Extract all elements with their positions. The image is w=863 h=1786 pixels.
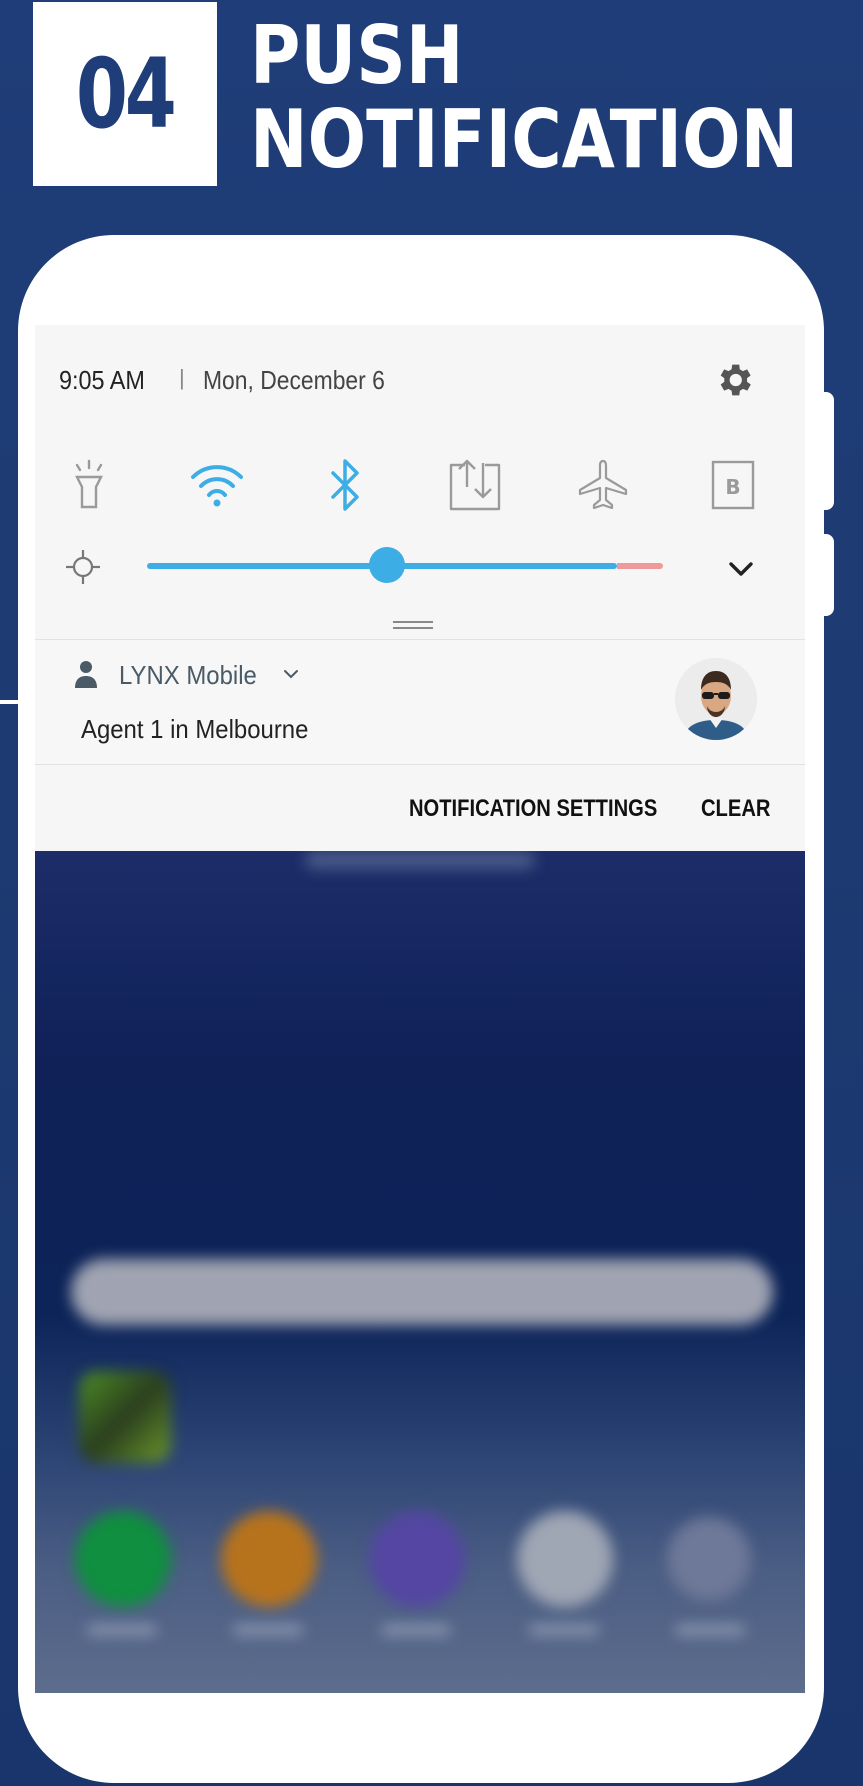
bluetooth-icon (331, 459, 359, 511)
wifi-icon (191, 465, 243, 507)
avatar-portrait (675, 658, 757, 740)
wifi-toggle[interactable] (187, 455, 247, 515)
brightness-warning-zone (617, 563, 663, 569)
panel-drag-handle[interactable] (393, 621, 433, 629)
brightness-slider-thumb[interactable] (368, 547, 405, 583)
blurred-app-label (233, 1625, 303, 1635)
bluetooth-toggle[interactable] (315, 455, 375, 515)
data-sync-toggle[interactable] (445, 455, 505, 515)
flashlight-toggle[interactable] (59, 455, 119, 515)
blue-light-filter-icon: B (711, 460, 755, 510)
blurred-app-label (529, 1625, 599, 1635)
airplane-mode-toggle[interactable] (573, 455, 633, 515)
status-time: 9:05 AM (59, 365, 145, 395)
blurred-app-icon (369, 1511, 465, 1607)
chevron-down-icon[interactable] (281, 664, 301, 684)
page-title: PUSH NOTIFICATION (250, 14, 798, 182)
notification-actions-bar: NOTIFICATION SETTINGS CLEAR (35, 765, 805, 851)
title-line-2: NOTIFICATION (250, 93, 799, 186)
notification-card[interactable]: LYNX Mobile Agent 1 in Melbourne (35, 639, 805, 765)
data-sync-icon (449, 459, 501, 511)
title-line-1: PUSH (250, 9, 464, 102)
notification-app-name: LYNX Mobile (119, 660, 257, 690)
blurred-search-bar (71, 1259, 773, 1325)
person-icon (75, 661, 97, 688)
brightness-icon (66, 550, 100, 584)
airplane-mode-icon (578, 459, 628, 510)
blurred-app-label (381, 1625, 451, 1635)
flashlight-icon (75, 459, 103, 509)
clear-button[interactable]: CLEAR (701, 795, 770, 823)
gear-icon[interactable] (713, 359, 755, 401)
blue-light-filter-toggle[interactable]: B (703, 455, 763, 515)
avatar (675, 658, 757, 740)
blurred-app-label (675, 1625, 745, 1635)
blurred-home-screen (35, 851, 805, 1693)
blurred-app-icon (221, 1511, 317, 1607)
blue-light-filter-label: B (725, 475, 740, 499)
step-number: 04 (76, 38, 177, 150)
step-number-badge: 04 (33, 2, 217, 186)
status-separator: | (179, 365, 185, 390)
blurred-app-label (87, 1625, 157, 1635)
blurred-chrome-app-icon (517, 1511, 613, 1607)
status-date: Mon, December 6 (203, 365, 385, 395)
notification-message: Agent 1 in Melbourne (81, 714, 309, 744)
blurred-app-icon (79, 1371, 171, 1463)
notification-settings-button[interactable]: NOTIFICATION SETTINGS (409, 795, 657, 823)
chevron-down-icon[interactable] (723, 551, 759, 587)
blurred-phone-app-icon (75, 1511, 171, 1607)
blurred-app-icon (667, 1517, 751, 1601)
phone-screen: 9:05 AM | Mon, December 6 B LYNX Mobile … (35, 325, 805, 1693)
blurred-clock-widget (305, 851, 535, 869)
